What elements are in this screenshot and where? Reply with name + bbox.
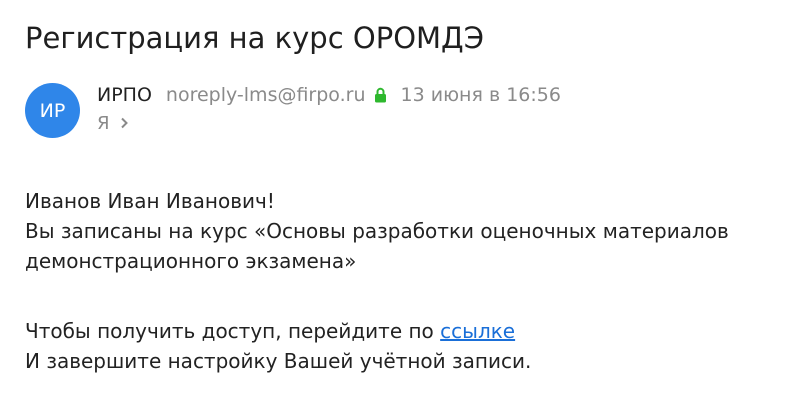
- finish-line: И завершите настройку Вашей учётной запи…: [25, 349, 532, 373]
- email-body: Иванов Иван Иванович! Вы записаны на кур…: [25, 186, 729, 376]
- body-line-1: Вы записаны на курс «Основы разработки о…: [25, 219, 729, 243]
- recipient-toggle[interactable]: Я: [97, 110, 129, 136]
- avatar-initials: ИР: [39, 99, 66, 122]
- email-subject: Регистрация на курс ОРОМДЭ: [25, 21, 484, 55]
- email-date: 13 июня в 16:56: [400, 84, 561, 106]
- access-prefix: Чтобы получить доступ, перейдите по: [25, 319, 441, 343]
- access-line: Чтобы получить доступ, перейдите по ссыл…: [25, 316, 729, 346]
- body-line-2: демонстрационного экзамена»: [25, 249, 357, 273]
- sender-avatar[interactable]: ИР: [25, 83, 80, 138]
- greeting: Иванов Иван Иванович!: [25, 189, 275, 213]
- chevron-right-icon[interactable]: [120, 117, 129, 129]
- access-link[interactable]: ссылке: [440, 319, 515, 343]
- sender-name[interactable]: ИРПО: [97, 84, 152, 106]
- sender-line: ИРПО noreply-lms@firpo.ru 13 июня в 16:5…: [97, 81, 561, 109]
- recipient-label: Я: [97, 112, 110, 134]
- lock-icon: [374, 87, 387, 103]
- sender-email[interactable]: noreply-lms@firpo.ru: [166, 84, 366, 106]
